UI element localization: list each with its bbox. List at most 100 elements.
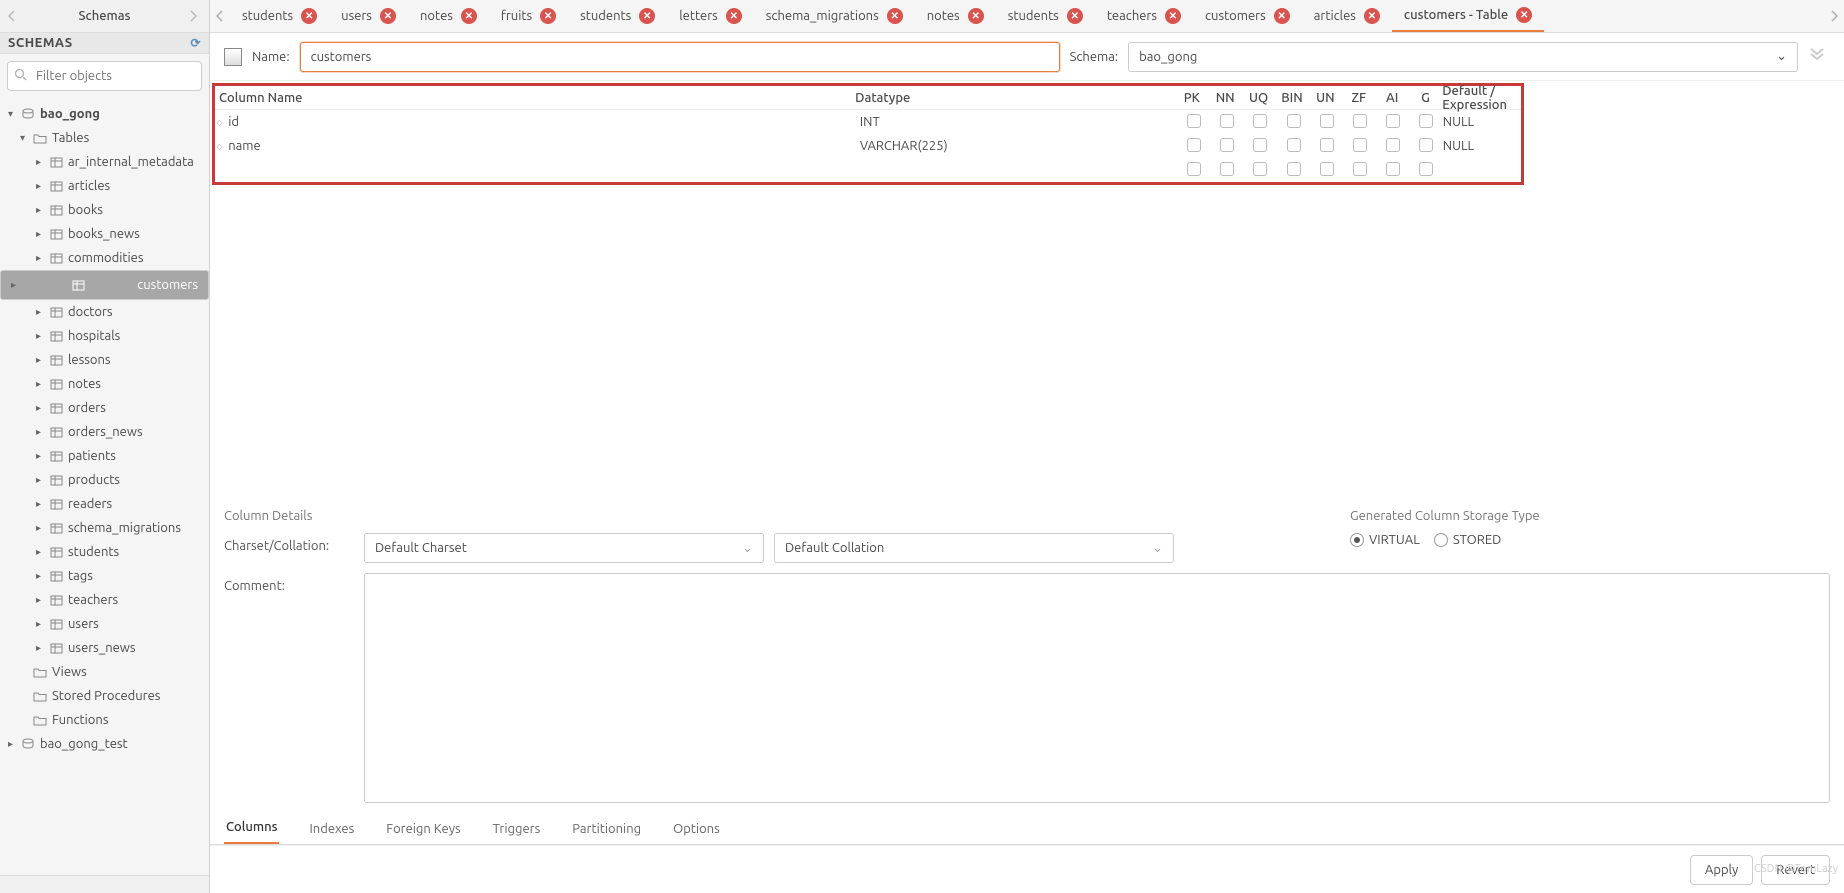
tree-table-articles[interactable]: ▸articles [0, 174, 209, 198]
checkbox-zf[interactable] [1353, 114, 1367, 128]
bottom-tab-partitioning[interactable]: Partitioning [570, 814, 643, 844]
tab-users[interactable]: users✕ [329, 0, 408, 32]
close-icon[interactable]: ✕ [639, 8, 655, 24]
checkbox-ai[interactable] [1386, 114, 1400, 128]
col-header-un[interactable]: UN [1309, 91, 1342, 105]
nav-fwd-icon[interactable] [189, 10, 201, 22]
bottom-tab-columns[interactable]: Columns [224, 812, 279, 844]
checkbox-nn[interactable] [1220, 114, 1234, 128]
bottom-tab-foreign-keys[interactable]: Foreign Keys [384, 814, 462, 844]
close-icon[interactable]: ✕ [301, 8, 317, 24]
tree-table-teachers[interactable]: ▸teachers [0, 588, 209, 612]
tree-table-notes[interactable]: ▸notes [0, 372, 209, 396]
tab-students[interactable]: students✕ [996, 0, 1095, 32]
tab-articles[interactable]: articles✕ [1302, 0, 1392, 32]
checkbox-pk[interactable] [1187, 162, 1201, 176]
schema-node-bao-gong[interactable]: ▾bao_gong [0, 102, 209, 126]
close-icon[interactable]: ✕ [1165, 8, 1181, 24]
checkbox-uq[interactable] [1253, 138, 1267, 152]
cell-default[interactable]: NULL [1443, 115, 1521, 129]
checkbox-nn[interactable] [1220, 162, 1234, 176]
col-header-default[interactable]: Default / Expression [1442, 84, 1521, 112]
tree-table-books[interactable]: ▸books [0, 198, 209, 222]
close-icon[interactable]: ✕ [1067, 8, 1083, 24]
tree-table-doctors[interactable]: ▸doctors [0, 300, 209, 324]
checkbox-pk[interactable] [1187, 138, 1201, 152]
tables-folder[interactable]: ▾Tables [0, 126, 209, 150]
tree-table-commodities[interactable]: ▸commodities [0, 246, 209, 270]
tree-table-customers[interactable]: ▸customers [0, 270, 209, 300]
filter-input[interactable] [7, 61, 202, 91]
virtual-radio[interactable]: VIRTUAL [1350, 533, 1420, 547]
checkbox-bin[interactable] [1287, 162, 1301, 176]
close-icon[interactable]: ✕ [1274, 8, 1290, 24]
close-icon[interactable]: ✕ [461, 8, 477, 24]
tab-customers-table[interactable]: customers - Table✕ [1392, 0, 1544, 32]
close-icon[interactable]: ✕ [726, 8, 742, 24]
cell-name[interactable]: id [224, 115, 860, 129]
tab-students[interactable]: students✕ [568, 0, 667, 32]
tree-table-products[interactable]: ▸products [0, 468, 209, 492]
stored-procedures-folder[interactable]: Stored Procedures [0, 684, 209, 708]
tree-table-lessons[interactable]: ▸lessons [0, 348, 209, 372]
checkbox-un[interactable] [1320, 162, 1334, 176]
checkbox-nn[interactable] [1220, 138, 1234, 152]
tab-letters[interactable]: letters✕ [667, 0, 754, 32]
tree-table-schema_migrations[interactable]: ▸schema_migrations [0, 516, 209, 540]
bottom-tab-options[interactable]: Options [671, 814, 722, 844]
tab-customers[interactable]: customers✕ [1193, 0, 1302, 32]
checkbox-g[interactable] [1419, 138, 1433, 152]
tree-table-ar_internal_metadata[interactable]: ▸ar_internal_metadata [0, 150, 209, 174]
grid-row[interactable]: ◇nameVARCHAR(225)NULL [215, 134, 1521, 158]
tabs-scroll-left[interactable] [210, 0, 230, 32]
col-header-g[interactable]: G [1409, 91, 1442, 105]
checkbox-bin[interactable] [1287, 138, 1301, 152]
tree-table-users[interactable]: ▸users [0, 612, 209, 636]
cell-datatype[interactable]: VARCHAR(225) [860, 139, 1178, 153]
tree-table-books_news[interactable]: ▸books_news [0, 222, 209, 246]
tree-table-students[interactable]: ▸students [0, 540, 209, 564]
charset-select[interactable]: Default Charset⌄ [364, 533, 764, 563]
tree-table-orders[interactable]: ▸orders [0, 396, 209, 420]
checkbox-pk[interactable] [1187, 114, 1201, 128]
tabs-scroll-right[interactable] [1824, 0, 1844, 32]
checkbox-uq[interactable] [1253, 114, 1267, 128]
checkbox-ai[interactable] [1386, 138, 1400, 152]
col-header-datatype[interactable]: Datatype [855, 91, 1175, 105]
tree-table-readers[interactable]: ▸readers [0, 492, 209, 516]
checkbox-bin[interactable] [1287, 114, 1301, 128]
tree-table-tags[interactable]: ▸tags [0, 564, 209, 588]
grid-row[interactable]: ◇idINTNULL [215, 110, 1521, 134]
tab-schema_migrations[interactable]: schema_migrations✕ [754, 0, 915, 32]
col-header-ai[interactable]: AI [1375, 91, 1408, 105]
close-icon[interactable]: ✕ [540, 8, 556, 24]
cell-default[interactable]: NULL [1443, 139, 1521, 153]
tree-table-users_news[interactable]: ▸users_news [0, 636, 209, 660]
functions-folder[interactable]: Functions [0, 708, 209, 732]
tab-fruits[interactable]: fruits✕ [489, 0, 568, 32]
checkbox-uq[interactable] [1253, 162, 1267, 176]
col-header-nn[interactable]: NN [1208, 91, 1241, 105]
bottom-tab-triggers[interactable]: Triggers [491, 814, 543, 844]
close-icon[interactable]: ✕ [887, 8, 903, 24]
checkbox-un[interactable] [1320, 114, 1334, 128]
tab-notes[interactable]: notes✕ [915, 0, 996, 32]
table-name-input[interactable] [300, 42, 1060, 72]
checkbox-g[interactable] [1419, 162, 1433, 176]
cell-datatype[interactable]: INT [860, 115, 1178, 129]
tree-table-patients[interactable]: ▸patients [0, 444, 209, 468]
tab-teachers[interactable]: teachers✕ [1095, 0, 1193, 32]
col-header-pk[interactable]: PK [1175, 91, 1208, 105]
cell-name[interactable]: name [224, 139, 860, 153]
col-header-zf[interactable]: ZF [1342, 91, 1375, 105]
grid-row-empty[interactable] [215, 158, 1521, 182]
expand-toggle-icon[interactable] [1808, 48, 1830, 66]
checkbox-ai[interactable] [1386, 162, 1400, 176]
col-header-bin[interactable]: BIN [1275, 91, 1308, 105]
apply-button[interactable]: Apply [1690, 855, 1753, 885]
bottom-tab-indexes[interactable]: Indexes [307, 814, 356, 844]
tab-students[interactable]: students✕ [230, 0, 329, 32]
checkbox-g[interactable] [1419, 114, 1433, 128]
nav-back-icon[interactable] [8, 10, 20, 22]
tree-table-hospitals[interactable]: ▸hospitals [0, 324, 209, 348]
